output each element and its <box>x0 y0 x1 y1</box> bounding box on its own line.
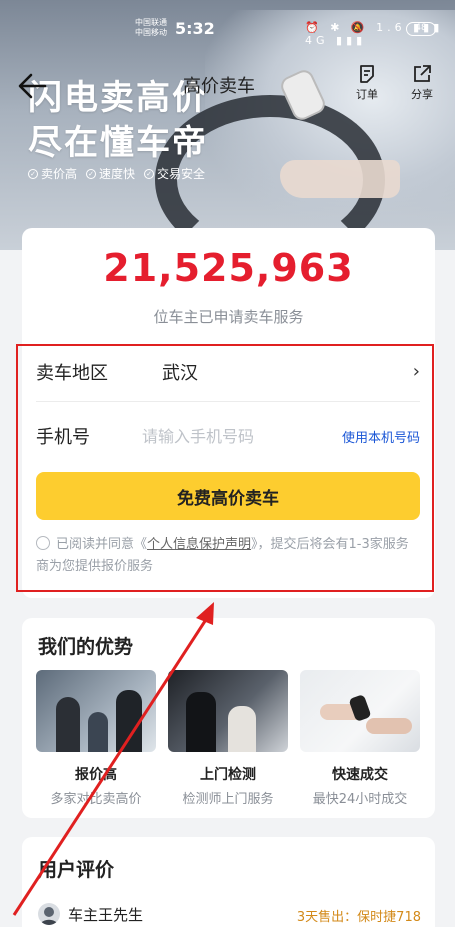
carrier-2: 中国移动 <box>135 28 167 37</box>
advantage-name: 快速成交 <box>332 767 388 783</box>
sell-car-button[interactable]: 免费高价卖车 <box>36 472 420 520</box>
hand-image <box>280 160 400 198</box>
person-figure <box>186 692 216 752</box>
hero-title-line1: 闪电卖高价 <box>28 78 208 118</box>
avatar <box>38 903 60 925</box>
badge-label: 卖价高 <box>41 167 78 181</box>
applicant-caption: 位车主已申请卖车服务 <box>153 308 304 326</box>
badge-fast: ✓ 速度快 <box>86 165 135 182</box>
advantage-item: 快速成交 最快24小时成交 <box>300 670 420 807</box>
hero-badges: ✓ 卖价高 ✓ 速度快 ✓ 交易安全 <box>28 165 205 182</box>
key-handover-photo <box>300 670 420 752</box>
region-label: 卖车地区 <box>36 362 108 384</box>
advantage-desc: 最快24小时成交 <box>312 792 408 807</box>
advantage-name: 报价高 <box>75 767 117 783</box>
reviews-card: 用户评价 车主王先生 3天售出：保时捷718 <box>22 837 435 927</box>
inspection-photo <box>168 670 288 752</box>
person-figure <box>88 712 108 752</box>
region-value: 武汉 <box>162 362 198 384</box>
hand-figure <box>366 718 412 734</box>
badge-safe: ✓ 交易安全 <box>144 165 205 182</box>
advantage-desc: 检测师上门服务 <box>182 792 274 807</box>
status-bar: 中国联通 中国移动 5:32 ⏰ ✱ 🔕 1.6 ▮▮▮ 4G ▮▮▮ 48 <box>0 0 455 47</box>
person-figure <box>56 697 80 752</box>
advantage-name: 上门检测 <box>200 767 256 783</box>
phone-row: 手机号 使用本机号码 <box>36 406 420 466</box>
clock: 5:32 <box>175 19 215 38</box>
review-user: 车主王先生 <box>68 906 144 924</box>
advantage-item: 上门检测 检测师上门服务 <box>168 670 288 807</box>
agreement: 已阅读并同意《个人信息保护声明》，提交后将会有1-3家服务商为您提供报价服务 <box>36 534 420 578</box>
battery-icon: 48 <box>406 22 436 36</box>
user-avatar-icon <box>40 907 58 925</box>
share-button[interactable]: 分享 <box>402 64 442 102</box>
agree-prefix: 已阅读并同意《 <box>56 537 148 552</box>
advantages-title: 我们的优势 <box>38 636 134 658</box>
privacy-policy-link[interactable]: 个人信息保护声明 <box>147 537 251 552</box>
advantages-card: 我们的优势 报价高 多家对比卖高价 上门检测 检测师上门服务 快速成交 最快24… <box>22 618 435 818</box>
share-icon <box>414 65 431 82</box>
order-icon <box>360 65 374 83</box>
check-icon: ✓ <box>28 168 38 179</box>
check-icon: ✓ <box>144 168 155 179</box>
person-figure <box>228 706 256 752</box>
badge-label: 速度快 <box>99 167 136 181</box>
share-label: 分享 <box>411 88 433 101</box>
person-figure <box>116 690 142 752</box>
orders-button[interactable]: 订单 <box>347 64 387 102</box>
carrier-1: 中国联通 <box>135 18 167 27</box>
advantage-desc: 多家对比卖高价 <box>50 792 142 807</box>
hero-title-line2: 尽在懂车帝 <box>28 123 208 163</box>
phone-input[interactable] <box>141 426 342 446</box>
handshake-photo <box>36 670 156 752</box>
back-button[interactable] <box>15 68 51 104</box>
page-title: 高价卖车 <box>183 76 255 97</box>
use-local-number-link[interactable]: 使用本机号码 <box>342 427 420 446</box>
badge-label: 交易安全 <box>157 167 206 181</box>
reviews-title: 用户评价 <box>38 859 115 881</box>
review-sold-info: 3天售出：保时捷718 <box>296 910 421 925</box>
phone-label: 手机号 <box>36 427 90 448</box>
check-icon: ✓ <box>86 168 97 179</box>
region-selector[interactable]: 卖车地区 武汉 › <box>36 342 420 402</box>
carrier-labels: 中国联通 中国移动 <box>135 18 167 38</box>
orders-label: 订单 <box>356 88 378 101</box>
applicant-count: 21,525,963 <box>103 246 354 290</box>
chevron-right-icon: › <box>412 361 420 382</box>
badge-high-price: ✓ 卖价高 <box>28 165 77 182</box>
agree-checkbox[interactable] <box>36 536 50 550</box>
advantage-item: 报价高 多家对比卖高价 <box>36 670 156 807</box>
back-arrow-icon <box>18 73 47 99</box>
